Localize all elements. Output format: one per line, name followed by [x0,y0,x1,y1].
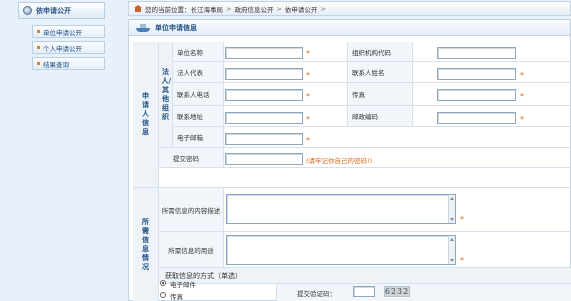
bullet-icon [37,46,40,49]
postcode-input[interactable] [437,112,516,124]
required-mark: * [306,115,310,124]
required-mark: * [460,215,464,224]
home-icon [134,5,142,12]
breadcrumb-link[interactable]: 依申请公开 [285,4,318,14]
fax-input[interactable] [437,89,516,101]
sidebar-item-result-query[interactable]: 结果查询 [32,57,105,70]
obtain-method-header: 获取信息的方式（单选） [159,268,571,284]
required-mark: * [520,115,524,124]
sidebar: 依申请公开 单位申请公开 个人申请公开 结果查询 [0,0,105,301]
sidebar-title: 依申请公开 [36,6,71,15]
section-info-label: 所需信息情况 [133,188,159,301]
textarea-scrollbar[interactable] [448,236,455,264]
breadcrumb-separator: > [226,4,232,13]
bullet-icon [37,62,40,65]
panel-title: 单位申请信息 [155,23,197,32]
option-fax-radio[interactable] [160,292,166,298]
main-panel: 单位申请信息 申请人信息 法人/其他组织 所需信息情况 单位名称 * 组织机构代… [128,19,571,301]
contact-name-label: 联系人姓名 [348,62,413,83]
page: 依申请公开 单位申请公开 个人申请公开 结果查询 您的当前位置： 长江海事局 >… [0,0,571,301]
ship-icon [134,23,152,33]
content-desc-textarea[interactable] [226,194,456,224]
breadcrumb-link[interactable]: 长江海事局 [191,4,224,14]
sidebar-item-unit-apply[interactable]: 单位申请公开 [32,25,105,38]
legal-rep-label: 法人代表 [173,62,224,83]
section-applicant-label: 申请人信息 [133,42,159,188]
sidebar-menu: 单位申请公开 个人申请公开 结果查询 [32,25,105,73]
required-mark: * [306,71,310,80]
sidebar-item-label: 个人申请公开 [43,44,82,53]
captcha-image[interactable]: 6232 [384,286,410,297]
org-code-input[interactable] [437,47,516,59]
legal-rep-input[interactable] [225,68,303,80]
option-email-radio[interactable] [160,280,166,286]
required-mark: * [306,136,310,145]
org-code-label: 组织机构代码 [348,42,413,62]
required-mark: * [306,49,310,58]
option-email-label: 电子邮件 [170,281,196,289]
contact-addr-label: 联系地址 [173,106,224,127]
breadcrumb-separator: > [320,4,326,13]
breadcrumb-separator: > [276,4,282,13]
pwd-hint: (请牢记你自己的密码!) [306,157,373,165]
contact-phone-label: 联系人电话 [173,83,224,106]
contact-name-input[interactable] [437,68,516,80]
panel-header: 单位申请信息 [129,20,570,36]
email-label: 电子邮箱 [173,127,224,148]
emblem-icon [23,6,32,15]
required-mark: * [520,92,524,101]
sidebar-header: 依申请公开 [18,2,105,19]
option-fax-label: 传真 [170,293,183,301]
sidebar-item-label: 单位申请公开 [43,28,82,37]
usage-label: 所需信息的用途 [159,232,224,268]
captcha-label: 提交验证码： [297,290,336,298]
usage-textarea[interactable] [226,235,456,265]
submit-pwd-input[interactable] [225,153,303,165]
contact-addr-input[interactable] [225,112,303,124]
unit-name-label: 单位名称 [173,42,224,62]
group-legal-label: 法人/其他组织 [159,42,173,148]
unit-name-input[interactable] [225,47,303,59]
required-mark: * [306,92,310,101]
bullet-icon [37,30,40,33]
submit-pwd-label: 提交密码 [159,148,224,168]
sidebar-item-label: 结果查询 [43,60,69,69]
spacer-row [159,168,571,188]
breadcrumb-prefix: 您的当前位置： [145,5,191,14]
breadcrumb: 您的当前位置： 长江海事局 > 政府信息公开 > 依申请公开 > [128,1,571,16]
sidebar-item-personal-apply[interactable]: 个人申请公开 [32,41,105,54]
required-mark: * [520,71,524,80]
content-desc-label: 所需信息的内容描述 [159,188,224,232]
breadcrumb-link[interactable]: 政府信息公开 [234,4,273,14]
contact-phone-input[interactable] [225,89,303,101]
postcode-label: 邮政编码 [348,106,413,127]
fax-label: 传真 [348,83,413,106]
email-input[interactable] [225,133,303,145]
required-mark: * [460,256,464,265]
textarea-scrollbar[interactable] [448,195,455,223]
captcha-input[interactable] [353,286,375,297]
